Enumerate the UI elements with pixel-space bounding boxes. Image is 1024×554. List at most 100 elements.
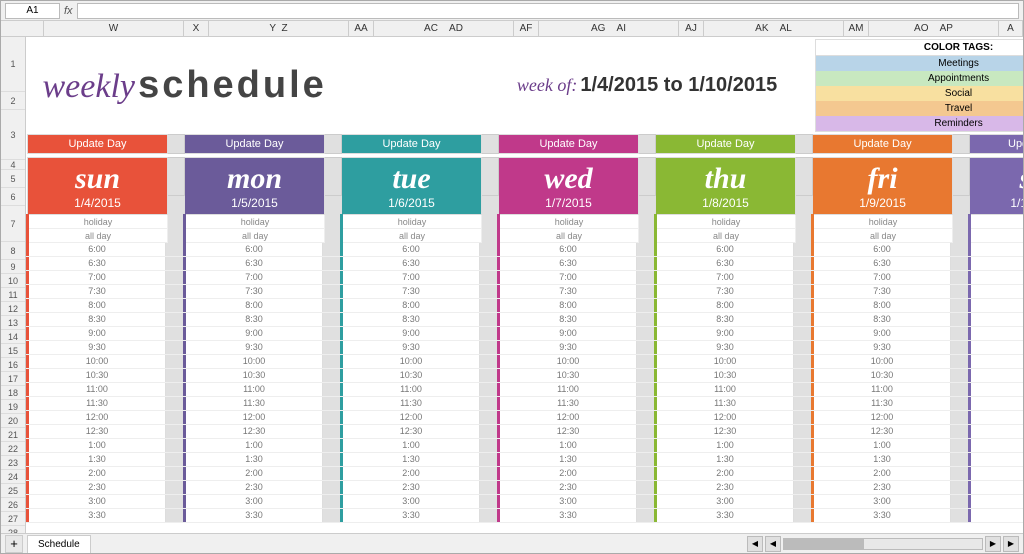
cell-holiday-fri[interactable]: holiday — [813, 215, 953, 229]
time-cell-day1-9:30[interactable]: 9:30 — [183, 341, 323, 354]
sheet-tab-schedule[interactable]: Schedule — [27, 535, 91, 553]
cell-holiday-mon[interactable]: holiday — [185, 215, 325, 229]
time-cell-day1-8:00[interactable]: 8:00 — [183, 299, 323, 312]
time-cell-day5-8:00[interactable]: 8:00 — [811, 299, 951, 312]
time-cell-day4-3:30[interactable]: 3:30 — [654, 509, 794, 522]
time-cell-day3-1:00[interactable]: 1:00 — [497, 439, 637, 452]
update-day-wed[interactable]: Update Day — [499, 135, 639, 154]
time-cell-day6-11:30[interactable]: 11:30 — [968, 397, 1023, 410]
time-cell-day6-3:00[interactable]: 3:00 — [968, 495, 1023, 508]
time-cell-day3-12:30[interactable]: 12:30 — [497, 425, 637, 438]
time-cell-day0-2:00[interactable]: 2:00 — [26, 467, 166, 480]
time-cell-day2-8:30[interactable]: 8:30 — [340, 313, 480, 326]
update-day-fri[interactable]: Update Day — [813, 135, 953, 154]
time-cell-day2-1:30[interactable]: 1:30 — [340, 453, 480, 466]
time-cell-day3-2:00[interactable]: 2:00 — [497, 467, 637, 480]
time-cell-day5-12:30[interactable]: 12:30 — [811, 425, 951, 438]
time-cell-day1-6:00[interactable]: 6:00 — [183, 243, 323, 256]
time-cell-day1-3:00[interactable]: 3:00 — [183, 495, 323, 508]
time-cell-day5-11:30[interactable]: 11:30 — [811, 397, 951, 410]
cell-holiday-thu[interactable]: holiday — [656, 215, 796, 229]
time-cell-day6-3:30[interactable]: 3:30 — [968, 509, 1023, 522]
time-cell-day4-6:00[interactable]: 6:00 — [654, 243, 794, 256]
time-cell-day2-6:30[interactable]: 6:30 — [340, 257, 480, 270]
horizontal-scrollbar[interactable] — [783, 538, 983, 550]
time-cell-day6-9:00[interactable]: 9:00 — [968, 327, 1023, 340]
time-cell-day2-8:00[interactable]: 8:00 — [340, 299, 480, 312]
time-cell-day5-10:30[interactable]: 10:30 — [811, 369, 951, 382]
time-cell-day5-2:00[interactable]: 2:00 — [811, 467, 951, 480]
time-cell-day2-2:30[interactable]: 2:30 — [340, 481, 480, 494]
time-cell-day1-6:30[interactable]: 6:30 — [183, 257, 323, 270]
time-cell-day2-10:00[interactable]: 10:00 — [340, 355, 480, 368]
time-cell-day1-10:00[interactable]: 10:00 — [183, 355, 323, 368]
time-cell-day6-8:30[interactable]: 8:30 — [968, 313, 1023, 326]
time-cell-day5-7:00[interactable]: 7:00 — [811, 271, 951, 284]
time-cell-day4-10:30[interactable]: 10:30 — [654, 369, 794, 382]
time-cell-day6-12:30[interactable]: 12:30 — [968, 425, 1023, 438]
update-day-tue[interactable]: Update Day — [342, 135, 482, 154]
time-cell-day1-11:00[interactable]: 11:00 — [183, 383, 323, 396]
time-cell-day3-7:00[interactable]: 7:00 — [497, 271, 637, 284]
time-cell-day3-1:30[interactable]: 1:30 — [497, 453, 637, 466]
formula-input[interactable] — [77, 3, 1019, 19]
time-cell-day3-3:00[interactable]: 3:00 — [497, 495, 637, 508]
time-cell-day2-3:30[interactable]: 3:30 — [340, 509, 480, 522]
time-cell-day5-6:00[interactable]: 6:00 — [811, 243, 951, 256]
cell-allday-tue[interactable]: all day — [342, 229, 482, 243]
time-cell-day5-9:00[interactable]: 9:00 — [811, 327, 951, 340]
time-cell-day4-3:00[interactable]: 3:00 — [654, 495, 794, 508]
update-day-sun[interactable]: Update Day — [28, 135, 168, 154]
time-cell-day4-9:00[interactable]: 9:00 — [654, 327, 794, 340]
scroll-left-button[interactable]: ◀ — [747, 536, 763, 552]
time-cell-day0-6:30[interactable]: 6:30 — [26, 257, 166, 270]
time-cell-day6-12:00[interactable]: 12:00 — [968, 411, 1023, 424]
time-cell-day2-11:30[interactable]: 11:30 — [340, 397, 480, 410]
cell-holiday-sat[interactable]: holiday — [970, 215, 1023, 229]
cell-holiday-wed[interactable]: holiday — [499, 215, 639, 229]
time-cell-day2-7:30[interactable]: 7:30 — [340, 285, 480, 298]
time-cell-day3-9:30[interactable]: 9:30 — [497, 341, 637, 354]
time-cell-day0-3:30[interactable]: 3:30 — [26, 509, 166, 522]
time-cell-day0-12:00[interactable]: 12:00 — [26, 411, 166, 424]
time-cell-day5-10:00[interactable]: 10:00 — [811, 355, 951, 368]
cell-allday-sat[interactable]: all day — [970, 229, 1023, 243]
time-cell-day3-7:30[interactable]: 7:30 — [497, 285, 637, 298]
time-cell-day2-3:00[interactable]: 3:00 — [340, 495, 480, 508]
add-sheet-button[interactable]: + — [5, 535, 23, 553]
name-box[interactable] — [5, 3, 60, 19]
time-cell-day4-7:00[interactable]: 7:00 — [654, 271, 794, 284]
time-cell-day6-1:30[interactable]: 1:30 — [968, 453, 1023, 466]
time-cell-day2-9:30[interactable]: 9:30 — [340, 341, 480, 354]
time-cell-day6-2:00[interactable]: 2:00 — [968, 467, 1023, 480]
time-cell-day0-11:30[interactable]: 11:30 — [26, 397, 166, 410]
time-cell-day1-2:00[interactable]: 2:00 — [183, 467, 323, 480]
time-cell-day3-11:30[interactable]: 11:30 — [497, 397, 637, 410]
time-cell-day3-2:30[interactable]: 2:30 — [497, 481, 637, 494]
time-cell-day3-6:30[interactable]: 6:30 — [497, 257, 637, 270]
cell-allday-wed[interactable]: all day — [499, 229, 639, 243]
time-cell-day4-7:30[interactable]: 7:30 — [654, 285, 794, 298]
time-cell-day1-11:30[interactable]: 11:30 — [183, 397, 323, 410]
time-cell-day1-3:30[interactable]: 3:30 — [183, 509, 323, 522]
time-cell-day0-12:30[interactable]: 12:30 — [26, 425, 166, 438]
time-cell-day3-8:30[interactable]: 8:30 — [497, 313, 637, 326]
time-cell-day1-7:30[interactable]: 7:30 — [183, 285, 323, 298]
time-cell-day0-3:00[interactable]: 3:00 — [26, 495, 166, 508]
time-cell-day0-10:30[interactable]: 10:30 — [26, 369, 166, 382]
time-cell-day4-1:30[interactable]: 1:30 — [654, 453, 794, 466]
time-cell-day0-9:00[interactable]: 9:00 — [26, 327, 166, 340]
cell-allday-mon[interactable]: all day — [185, 229, 325, 243]
time-cell-day4-11:00[interactable]: 11:00 — [654, 383, 794, 396]
time-cell-day3-8:00[interactable]: 8:00 — [497, 299, 637, 312]
update-day-sat[interactable]: Update Day — [970, 135, 1023, 154]
time-cell-day1-9:00[interactable]: 9:00 — [183, 327, 323, 340]
time-cell-day5-11:00[interactable]: 11:00 — [811, 383, 951, 396]
time-cell-day3-6:00[interactable]: 6:00 — [497, 243, 637, 256]
time-cell-day4-2:00[interactable]: 2:00 — [654, 467, 794, 480]
time-cell-day2-9:00[interactable]: 9:00 — [340, 327, 480, 340]
time-cell-day4-9:30[interactable]: 9:30 — [654, 341, 794, 354]
time-cell-day0-9:30[interactable]: 9:30 — [26, 341, 166, 354]
time-cell-day3-10:30[interactable]: 10:30 — [497, 369, 637, 382]
time-cell-day0-1:30[interactable]: 1:30 — [26, 453, 166, 466]
